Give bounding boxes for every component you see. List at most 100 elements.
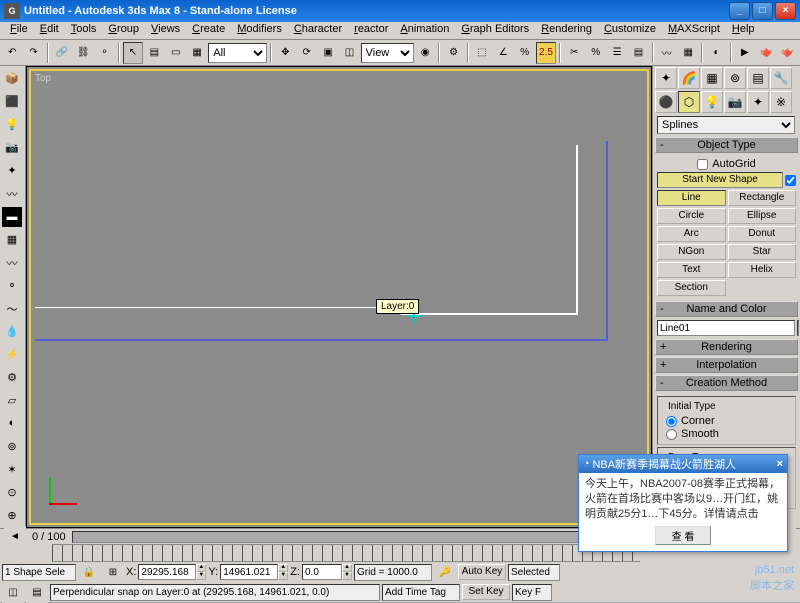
render-scene-button[interactable]: ▶ xyxy=(735,42,755,64)
reactor-rope-icon[interactable]: 〜 xyxy=(1,298,23,320)
menu-tools[interactable]: Tools xyxy=(65,22,103,39)
align-button[interactable]: ☰ xyxy=(607,42,627,64)
menu-file[interactable]: File xyxy=(4,22,34,39)
cmd-create-tab[interactable]: ✦ xyxy=(655,67,677,89)
menu-rendering[interactable]: Rendering xyxy=(535,22,598,39)
cat-helpers-icon[interactable]: ✦ xyxy=(747,91,769,113)
menu-group[interactable]: Group xyxy=(102,22,145,39)
menu-animation[interactable]: Animation xyxy=(394,22,455,39)
select-name-button[interactable]: ▤ xyxy=(144,42,164,64)
menu-help[interactable]: Help xyxy=(726,22,761,39)
named-sel-button[interactable]: ✂ xyxy=(564,42,584,64)
shape-ngon-button[interactable]: NGon xyxy=(657,244,726,260)
cmd-modify-tab[interactable]: 🌈 xyxy=(678,67,700,89)
menu-modifiers[interactable]: Modifiers xyxy=(231,22,288,39)
tab-shapes-icon[interactable]: ⬛ xyxy=(1,91,23,113)
keymode-select[interactable]: Selected xyxy=(508,564,560,581)
key-icon[interactable]: 🔑 xyxy=(434,561,456,583)
shape-star-button[interactable]: Star xyxy=(728,244,797,260)
move-button[interactable]: ✥ xyxy=(275,42,295,64)
category-select[interactable]: Splines xyxy=(657,116,795,134)
menu-graph editors[interactable]: Graph Editors xyxy=(455,22,535,39)
reactor-toy-icon[interactable]: ⊚ xyxy=(1,435,23,457)
minimize-button[interactable]: _ xyxy=(729,2,750,20)
initial-corner-radio[interactable] xyxy=(666,416,677,427)
start-new-shape-checkbox[interactable] xyxy=(785,175,796,186)
cat-lights-icon[interactable]: 💡 xyxy=(701,91,723,113)
cat-shapes-icon[interactable]: ⬡ xyxy=(678,91,700,113)
cmd-hierarchy-tab[interactable]: ▦ xyxy=(701,67,723,89)
schematic-button[interactable]: ▦ xyxy=(678,42,698,64)
rollout-object-type[interactable]: -Object Type xyxy=(655,137,798,153)
shape-text-button[interactable]: Text xyxy=(657,262,726,278)
shape-donut-button[interactable]: Donut xyxy=(728,226,797,242)
select-button[interactable]: ↖ xyxy=(123,42,143,64)
render-last-button[interactable]: 🫖 xyxy=(777,42,797,64)
manip-button[interactable]: ⚙ xyxy=(443,42,463,64)
reactor-soft-icon[interactable]: ⚬ xyxy=(1,275,23,297)
autokey-button[interactable]: Auto Key xyxy=(458,564,506,580)
shape-circle-button[interactable]: Circle xyxy=(657,208,726,224)
x-input[interactable] xyxy=(138,564,196,580)
rollout-name-color[interactable]: -Name and Color xyxy=(655,301,798,317)
window-crossing-button[interactable]: ▦ xyxy=(187,42,207,64)
cat-geometry-icon[interactable]: ⚫ xyxy=(655,91,677,113)
autogrid-checkbox[interactable] xyxy=(697,159,708,170)
layers-button[interactable]: ▤ xyxy=(628,42,648,64)
tab-lights-icon[interactable]: 💡 xyxy=(1,114,23,136)
reactor-spring-icon[interactable]: ⚡ xyxy=(1,343,23,365)
tab-helpers-icon[interactable]: ✦ xyxy=(1,160,23,182)
tab-systems-icon[interactable]: ▬ xyxy=(1,206,23,228)
scale-button[interactable]: ▣ xyxy=(318,42,338,64)
curve-editor-button[interactable]: 〰 xyxy=(657,42,677,64)
y-input[interactable] xyxy=(220,564,278,580)
initial-smooth-radio[interactable] xyxy=(666,429,677,440)
shape-rectangle-button[interactable]: Rectangle xyxy=(728,190,797,206)
menu-views[interactable]: Views xyxy=(145,22,186,39)
popup-close-button[interactable]: × xyxy=(777,458,783,470)
reactor-motor-icon[interactable]: ⚙ xyxy=(1,366,23,388)
reactor-water-icon[interactable]: 💧 xyxy=(1,320,23,342)
shape-arc-button[interactable]: Arc xyxy=(657,226,726,242)
redo-button[interactable]: ↷ xyxy=(23,42,43,64)
spinner-snap-button[interactable]: 2.5 xyxy=(536,42,556,64)
select-rect-button[interactable]: ▭ xyxy=(166,42,186,64)
menu-reactor[interactable]: reactor xyxy=(348,22,394,39)
reactor-wind-icon[interactable]: ◐ xyxy=(1,412,23,434)
time-ruler[interactable] xyxy=(52,544,640,562)
link-button[interactable]: 🔗 xyxy=(52,42,72,64)
start-new-shape-button[interactable]: Start New Shape xyxy=(657,172,783,188)
cmd-motion-tab[interactable]: ⊚ xyxy=(724,67,746,89)
tab-objects-icon[interactable]: 📦 xyxy=(1,68,23,90)
snap-button[interactable]: ⬚ xyxy=(472,42,492,64)
rollout-interpolation[interactable]: +Interpolation xyxy=(655,357,798,373)
transform-type-button[interactable]: ⊞ xyxy=(102,561,124,583)
shape-line-button[interactable]: Line xyxy=(657,190,726,206)
angle-snap-button[interactable]: ∠ xyxy=(493,42,513,64)
reactor-rigid-icon[interactable]: ▦ xyxy=(1,229,23,251)
add-time-tag[interactable]: Add Time Tag xyxy=(382,584,460,601)
shape-helix-button[interactable]: Helix xyxy=(728,262,797,278)
close-button[interactable]: × xyxy=(775,2,796,20)
rollout-creation-method[interactable]: -Creation Method xyxy=(655,375,798,391)
reactor-plane-icon[interactable]: ▱ xyxy=(1,389,23,411)
center-button[interactable]: ◉ xyxy=(415,42,435,64)
bind-button[interactable]: ⚬ xyxy=(94,42,114,64)
time-prev-button[interactable]: ◄ xyxy=(4,526,26,548)
cat-cameras-icon[interactable]: 📷 xyxy=(724,91,746,113)
mirror-button[interactable]: % xyxy=(586,42,606,64)
popup-view-button[interactable]: 查 看 xyxy=(655,526,712,545)
color-swatch[interactable] xyxy=(797,320,799,336)
tab-space-icon[interactable]: 〰 xyxy=(1,183,23,205)
shape-section-button[interactable]: Section xyxy=(657,280,726,296)
undo-button[interactable]: ↶ xyxy=(2,42,22,64)
cat-space-icon[interactable]: ※ xyxy=(770,91,792,113)
reactor-point-icon[interactable]: ⊕ xyxy=(1,504,23,526)
cmd-utils-tab[interactable]: 🔧 xyxy=(770,67,792,89)
menu-customize[interactable]: Customize xyxy=(598,22,662,39)
menu-maxscript[interactable]: MAXScript xyxy=(662,22,726,39)
material-button[interactable]: ◐ xyxy=(706,42,726,64)
shape-ellipse-button[interactable]: Ellipse xyxy=(728,208,797,224)
rollout-rendering[interactable]: +Rendering xyxy=(655,339,798,355)
unlink-button[interactable]: ⛓ xyxy=(73,42,93,64)
